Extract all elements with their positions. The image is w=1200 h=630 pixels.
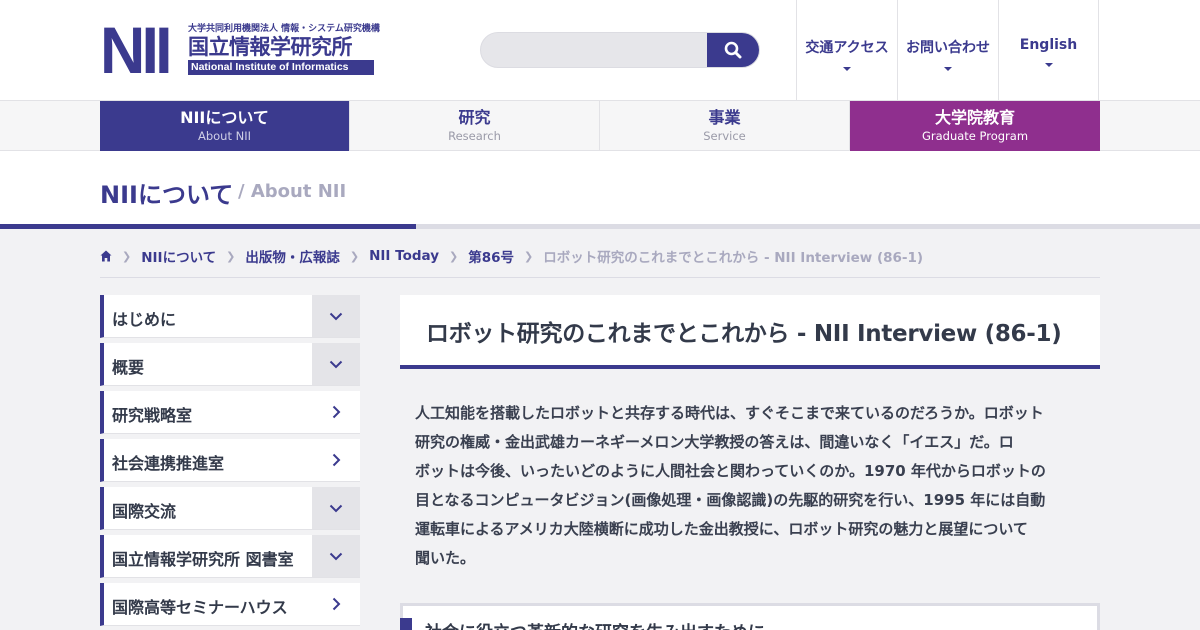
caret-down-icon xyxy=(1044,63,1053,67)
breadcrumb: ❯ NIIについて ❯ 出版物・広報誌 ❯ NII Today ❯ 第86号 ❯… xyxy=(100,246,923,266)
gnav-research[interactable]: 研究 Research xyxy=(350,101,600,151)
caret-down-icon xyxy=(944,67,952,71)
expand-toggle[interactable] xyxy=(312,535,360,577)
gnav-graduate-sublabel: Graduate Program xyxy=(921,129,1029,143)
sidenav-item-label: 研究戦略室 xyxy=(112,406,193,425)
expand-toggle[interactable] xyxy=(312,343,360,385)
sidenav-item-label: はじめに xyxy=(112,310,177,329)
sidenav-item-overview[interactable]: 概要 xyxy=(100,343,360,386)
breadcrumb-divider xyxy=(100,277,1100,278)
gnav-research-sublabel: Research xyxy=(448,129,501,143)
article-subheading: 社会に役立つ革新的な研究を生み出すために xyxy=(425,618,765,630)
breadcrumb-link-issue[interactable]: 第86号 xyxy=(468,246,514,266)
chevron-right-icon: ❯ xyxy=(524,249,534,263)
contact-link-label: お問い合わせ xyxy=(906,40,990,56)
sidenav-item-international[interactable]: 国際交流 xyxy=(100,487,360,530)
access-link-label: 交通アクセス xyxy=(805,40,889,56)
chevron-right-icon xyxy=(332,453,340,467)
gnav-graduate-label: 大学院教育 xyxy=(934,108,1015,127)
search-box xyxy=(480,32,760,68)
article-title: ロボット研究のこれまでとこれから - NII Interview (86-1) xyxy=(426,321,1062,347)
lead-line: 聞いた。 xyxy=(415,549,476,567)
nii-logo[interactable]: NII 大学共同利用機関法人 情報・システム研究機構 国立情報学研究所 Nati… xyxy=(100,24,380,76)
chevron-right-icon: ❯ xyxy=(449,249,459,263)
subheading-marker xyxy=(400,618,412,630)
sidenav-item-library[interactable]: 国立情報学研究所 図書室 xyxy=(100,535,360,578)
english-link-label: English xyxy=(1019,37,1078,53)
lead-line: 人工知能を搭載したロボットと共存する時代は、すぐそこまで来ているのだろうか。ロボ… xyxy=(415,404,1044,422)
article-header: ロボット研究のこれまでとこれから - NII Interview (86-1) xyxy=(400,295,1100,369)
chevron-right-icon: ❯ xyxy=(122,249,132,263)
sidenav-item-label: 国立情報学研究所 図書室 xyxy=(112,550,294,569)
gnav-service-label: 事業 xyxy=(708,108,741,127)
link-arrow xyxy=(312,583,360,625)
access-link[interactable]: 交通アクセス xyxy=(796,0,897,100)
breadcrumb-link-publications[interactable]: 出版物・広報誌 xyxy=(245,246,340,266)
chevron-right-icon xyxy=(332,405,340,419)
gnav-about-sublabel: About NII xyxy=(197,129,252,143)
expand-toggle[interactable] xyxy=(312,487,360,529)
expand-toggle[interactable] xyxy=(312,295,360,337)
sidenav-item-seminar-house[interactable]: 国際高等セミナーハウス xyxy=(100,583,360,626)
chevron-down-icon xyxy=(329,312,343,320)
side-nav: はじめに 概要 研究戦略室 社会連携推進室 国際交流 国立情報学研究所 図書室 xyxy=(100,295,360,630)
gnav-service-sublabel: Service xyxy=(703,129,746,143)
article-lead: 人工知能を搭載したロボットと共存する時代は、すぐそこまで来ているのだろうか。ロボ… xyxy=(415,399,1087,573)
global-nav: NIIについて About NII 研究 Research 事業 Service… xyxy=(0,100,1200,151)
chevron-down-icon xyxy=(329,360,343,368)
gnav-research-label: 研究 xyxy=(458,108,491,127)
section-subtitle: / About NII xyxy=(238,181,347,202)
logo-english-name: National Institute of Informatics xyxy=(188,60,374,75)
section-header: NIIについて / About NII xyxy=(0,151,1200,224)
section-divider-accent xyxy=(0,224,416,229)
search-input[interactable] xyxy=(491,33,701,67)
link-arrow xyxy=(312,391,360,433)
gnav-about-label: NIIについて xyxy=(180,108,269,127)
english-link[interactable]: English xyxy=(998,0,1099,100)
breadcrumb-link-about[interactable]: NIIについて xyxy=(141,246,216,266)
home-icon[interactable] xyxy=(100,250,112,262)
section-title: NIIについて xyxy=(100,181,234,209)
logo-org-name: 大学共同利用機関法人 情報・システム研究機構 xyxy=(188,24,380,34)
caret-down-icon xyxy=(843,67,851,71)
logo-mark: NII xyxy=(100,24,173,76)
chevron-right-icon xyxy=(332,597,340,611)
chevron-down-icon xyxy=(329,552,343,560)
link-arrow xyxy=(312,439,360,481)
sidenav-item-label: 社会連携推進室 xyxy=(112,454,225,473)
article-subheading-box: 社会に役立つ革新的な研究を生み出すために xyxy=(400,603,1100,630)
breadcrumb-link-nii-today[interactable]: NII Today xyxy=(369,248,439,264)
chevron-right-icon: ❯ xyxy=(349,249,360,263)
sidenav-item-label: 国際交流 xyxy=(112,502,177,521)
gnav-about[interactable]: NIIについて About NII xyxy=(100,101,350,151)
search-button[interactable] xyxy=(707,33,759,67)
lead-line: ボットは今後、いったいどのように人間社会と関わっていくのか。1970 年代からロ… xyxy=(415,462,1046,480)
logo-institute-name: 国立情報学研究所 xyxy=(188,35,353,59)
sidenav-item-label: 国際高等セミナーハウス xyxy=(112,598,288,617)
sidenav-item-label: 概要 xyxy=(112,358,145,377)
gnav-service[interactable]: 事業 Service xyxy=(600,101,850,151)
gnav-graduate[interactable]: 大学院教育 Graduate Program xyxy=(850,101,1100,151)
breadcrumb-current: ロボット研究のこれまでとこれから - NII Interview (86-1) xyxy=(543,250,924,266)
search-icon xyxy=(724,41,742,59)
site-header: NII 大学共同利用機関法人 情報・システム研究機構 国立情報学研究所 Nati… xyxy=(0,0,1200,100)
sidenav-item-strategy[interactable]: 研究戦略室 xyxy=(100,391,360,434)
chevron-down-icon xyxy=(329,504,343,512)
sidenav-item-social[interactable]: 社会連携推進室 xyxy=(100,439,360,482)
chevron-right-icon: ❯ xyxy=(226,249,236,263)
lead-line: 運転車によるアメリカ大陸横断に成功した金出教授に、ロボット研究の魅力と展望につい… xyxy=(415,520,1028,538)
sidenav-item-intro[interactable]: はじめに xyxy=(100,295,360,338)
lead-line: 目となるコンピュータビジョン(画像処理・画像認識)の先駆的研究を行い、1995 … xyxy=(415,491,1046,509)
logo-text: 大学共同利用機関法人 情報・システム研究機構 国立情報学研究所 National… xyxy=(188,24,380,75)
contact-link[interactable]: お問い合わせ xyxy=(897,0,998,100)
lead-line: 研究の権威・金出武雄カーネギーメロン大学教授の答えは、間違いなく「イエス」だ。ロ xyxy=(415,433,1014,451)
